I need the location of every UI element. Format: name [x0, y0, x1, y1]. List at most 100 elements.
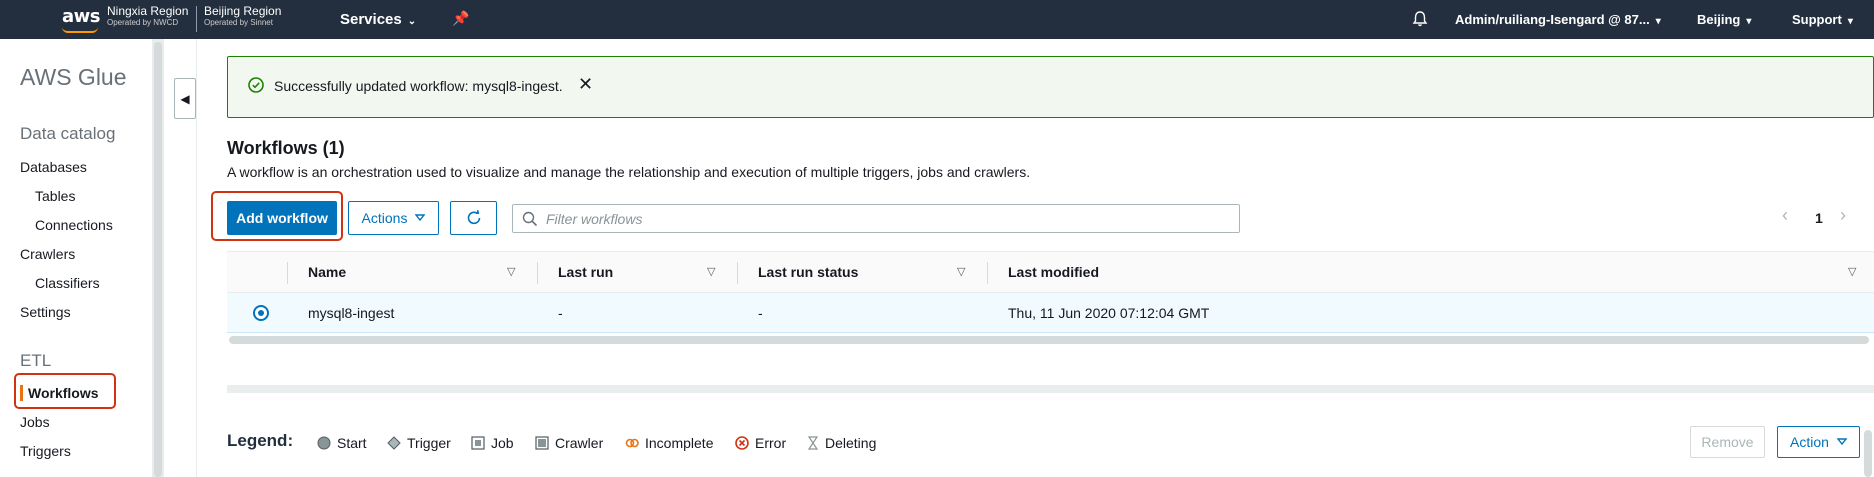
sidebar-item-connections[interactable]: Connections [35, 217, 113, 233]
sort-icon[interactable]: ▽ [957, 265, 965, 278]
sidebar-item-jobs[interactable]: Jobs [20, 414, 50, 430]
page-scrollbar-thumb[interactable] [1864, 430, 1872, 477]
deleting-icon [807, 436, 819, 450]
region-beijing-operator: Operated by Sinnet [204, 18, 273, 27]
legend-label: Incomplete [645, 435, 714, 451]
action-dropdown-button[interactable]: Action [1777, 426, 1860, 458]
error-icon [735, 436, 749, 450]
legend-item-incomplete: Incomplete [625, 435, 713, 451]
caret-left-icon: ◀ [180, 91, 190, 106]
caret-down-icon [1836, 438, 1847, 446]
aws-logo[interactable]: aws [62, 6, 101, 27]
collapse-sidebar-button[interactable]: ◀ [174, 78, 196, 119]
column-divider [287, 262, 288, 284]
sidebar-item-tables[interactable]: Tables [35, 188, 75, 204]
crawler-square-icon [535, 436, 549, 450]
sidebar-item-settings[interactable]: Settings [20, 304, 71, 320]
table-row[interactable]: mysql8-ingest - - Thu, 11 Jun 2020 07:12… [227, 293, 1874, 333]
start-circle-icon [317, 436, 331, 450]
page-description: A workflow is an orchestration used to v… [227, 164, 1031, 180]
region-divider [196, 6, 197, 32]
region-beijing-name: Beijing Region [204, 4, 282, 18]
caret-down-icon: ⌄ [407, 16, 417, 27]
user-label: Admin/ruiliang-Isengard @ 87... [1455, 12, 1650, 27]
user-menu[interactable]: Admin/ruiliang-Isengard @ 87... ▾ [1455, 12, 1661, 27]
column-header-last-modified[interactable]: Last modified [1008, 264, 1099, 280]
add-workflow-button[interactable]: Add workflow [227, 201, 337, 235]
panel-resize-divider[interactable] [227, 385, 1874, 393]
sidebar-item-crawlers[interactable]: Crawlers [20, 246, 75, 262]
highlight-box-workflows [14, 373, 116, 409]
caret-down-icon: ▾ [1847, 16, 1853, 27]
legend-item-job: Job [471, 435, 514, 451]
page-title: Workflows (1) [227, 138, 345, 158]
column-divider[interactable] [537, 262, 538, 284]
region-ningxia[interactable]: Ningxia Region Operated by NWCD [107, 5, 188, 29]
sidebar-title: AWS Glue [20, 64, 127, 90]
flash-message: Successfully updated workflow: mysql8-in… [274, 78, 563, 94]
cell-last-modified: Thu, 11 Jun 2020 07:12:04 GMT [1008, 305, 1210, 321]
cell-last-run-status: - [758, 305, 763, 321]
column-divider[interactable] [987, 262, 988, 284]
legend-item-crawler: Crawler [535, 435, 603, 451]
column-header-last-run[interactable]: Last run [558, 264, 613, 280]
filter-input[interactable] [546, 209, 1226, 229]
sort-icon[interactable]: ▽ [507, 265, 515, 278]
legend-item-trigger: Trigger [387, 435, 451, 451]
services-menu[interactable]: Services ⌄ [340, 11, 416, 28]
aws-logo-smile-icon [62, 27, 98, 33]
sort-icon[interactable]: ▽ [707, 265, 715, 278]
cell-name[interactable]: mysql8-ingest [308, 305, 394, 321]
page-number[interactable]: 1 [1815, 210, 1823, 226]
success-flash: Successfully updated workflow: mysql8-in… [227, 56, 1874, 118]
column-divider[interactable] [737, 262, 738, 284]
sidebar-item-triggers[interactable]: Triggers [20, 443, 71, 459]
trigger-diamond-icon [387, 436, 401, 450]
bell-icon[interactable] [1410, 9, 1430, 29]
cell-last-run: - [558, 305, 563, 321]
region-label: Beijing [1697, 12, 1741, 27]
legend-label: Job [491, 435, 514, 451]
support-menu[interactable]: Support ▾ [1792, 12, 1853, 27]
refresh-button[interactable] [450, 201, 497, 235]
next-page-icon[interactable]: › [1840, 205, 1846, 226]
sidebar-scrollbar-thumb[interactable] [154, 42, 162, 477]
sidebar-item-classifiers[interactable]: Classifiers [35, 275, 100, 291]
caret-down-icon: ▾ [1655, 16, 1661, 27]
region-ningxia-operator: Operated by NWCD [107, 18, 179, 27]
remove-button[interactable]: Remove [1690, 426, 1765, 458]
row-select-radio[interactable] [253, 305, 269, 321]
legend-label: Crawler [555, 435, 604, 451]
column-header-name[interactable]: Name [308, 264, 346, 280]
close-icon[interactable]: ✕ [578, 74, 593, 95]
refresh-icon [467, 210, 480, 225]
sort-icon[interactable]: ▽ [1848, 265, 1856, 278]
incomplete-icon [625, 438, 639, 448]
region-ningxia-name: Ningxia Region [107, 4, 189, 18]
legend-title: Legend: [227, 431, 294, 450]
caret-down-icon: ▾ [1746, 16, 1752, 27]
prev-page-icon[interactable]: ‹ [1782, 205, 1788, 226]
sidebar-item-databases[interactable]: Databases [20, 159, 87, 175]
top-nav-bar: aws Ningxia Region Operated by NWCD Beij… [0, 0, 1874, 39]
legend-label: Deleting [825, 435, 877, 451]
legend-label: Trigger [407, 435, 451, 451]
actions-label: Actions [361, 210, 408, 226]
legend-item-error: Error [735, 435, 786, 451]
services-label: Services [340, 11, 402, 28]
sidebar-section-etl: ETL [20, 351, 52, 370]
job-square-icon [471, 436, 485, 450]
table-horizontal-scrollbar[interactable] [229, 336, 1869, 344]
support-label: Support [1792, 12, 1842, 27]
search-icon [522, 211, 538, 227]
caret-down-icon [415, 214, 426, 222]
pin-icon[interactable]: 📌 [452, 10, 469, 27]
legend-item-start: Start [317, 435, 367, 451]
region-menu[interactable]: Beijing ▾ [1697, 12, 1751, 27]
actions-dropdown-button[interactable]: Actions [348, 201, 439, 235]
filter-box [512, 204, 1240, 233]
region-beijing[interactable]: Beijing Region Operated by Sinnet [204, 5, 281, 29]
column-header-last-run-status[interactable]: Last run status [758, 264, 858, 280]
main-separator [196, 39, 197, 477]
legend-label: Start [337, 435, 367, 451]
